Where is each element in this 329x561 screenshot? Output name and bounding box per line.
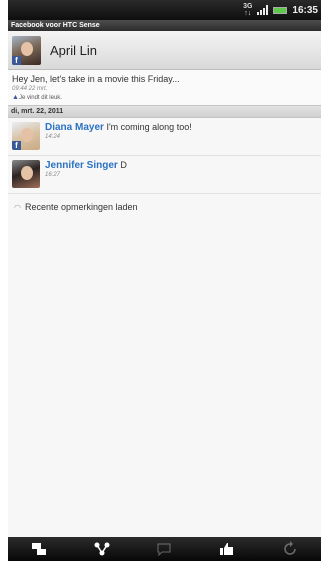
date-separator: di, mrt. 22, 2011 — [8, 105, 321, 118]
comment-time: 16:27 — [45, 172, 61, 178]
status-bar: 3G ↑↓ 16:35 — [8, 0, 321, 20]
list-item[interactable]: Jennifer Singer D 16:27 — [8, 156, 321, 194]
avatar[interactable] — [12, 160, 40, 188]
loading-spinner-icon: ◠ — [14, 202, 21, 212]
bottom-toolbar — [8, 537, 321, 561]
post-time: 09:44 22 mrt. — [12, 86, 48, 92]
like-icon — [220, 543, 234, 555]
avatar[interactable]: f — [12, 122, 40, 150]
app-title: Facebook voor HTC Sense — [11, 22, 100, 29]
comment-author[interactable]: Jennifer Singer — [45, 160, 118, 171]
network-type: 3G — [243, 3, 253, 10]
profile-photo-icon — [21, 41, 33, 56]
loading-text: Recente opmerkingen laden — [24, 202, 138, 212]
list-item[interactable]: f Diana Mayer I'm coming along too! 14:2… — [8, 118, 321, 156]
like-button[interactable] — [212, 539, 242, 559]
facebook-badge-icon: f — [12, 55, 21, 65]
avatar[interactable]: f — [12, 35, 41, 65]
thumbs-up-icon: ▲ — [12, 94, 19, 101]
comment-button[interactable] — [149, 539, 179, 559]
status-time: 16:35 — [292, 4, 318, 16]
app-title-bar: Facebook voor HTC Sense — [8, 20, 321, 31]
battery-icon — [273, 6, 288, 14]
date-separator-label: di, mrt. 22, 2011 — [11, 108, 64, 115]
share-button[interactable] — [87, 539, 117, 559]
comment-time: 14:24 — [45, 134, 61, 140]
like-text: Je vindt dit leuk. — [18, 95, 62, 101]
comment-author[interactable]: Diana Mayer — [45, 122, 104, 133]
refresh-button[interactable] — [275, 539, 305, 559]
profile-photo-icon — [21, 128, 33, 142]
share-icon — [94, 542, 110, 556]
comment-line: Jennifer Singer D — [45, 160, 127, 171]
network-indicator: 3G ↑↓ — [243, 3, 252, 17]
post-icon — [32, 543, 47, 555]
profile-photo-icon — [21, 166, 33, 180]
network-activity: ↑↓ — [244, 10, 252, 17]
profile-name: April Lin — [50, 42, 97, 58]
comment-text: D — [120, 160, 127, 170]
signal-icon — [257, 5, 269, 15]
comment-line: Diana Mayer I'm coming along too! — [45, 122, 192, 133]
like-status[interactable]: ▲Je vindt dit leuk. — [12, 93, 317, 103]
comment-text: I'm coming along too! — [106, 122, 192, 132]
post-button[interactable] — [24, 539, 54, 559]
comment-body: Jennifer Singer D 16:27 — [45, 160, 127, 189]
comment-icon — [157, 543, 171, 556]
phone-screen: 3G ↑↓ 16:35 Facebook voor HTC Sense f Ap… — [8, 0, 321, 561]
load-comments-row[interactable]: ◠ Recente opmerkingen laden — [8, 194, 321, 220]
facebook-badge-icon: f — [12, 141, 21, 150]
post-text: Hey Jen, let's take in a movie this Frid… — [12, 74, 180, 84]
profile-header[interactable]: f April Lin — [8, 31, 321, 70]
comment-body: Diana Mayer I'm coming along too! 14:24 — [45, 122, 192, 151]
refresh-icon — [283, 541, 296, 555]
status-post: Hey Jen, let's take in a movie this Frid… — [8, 70, 321, 105]
